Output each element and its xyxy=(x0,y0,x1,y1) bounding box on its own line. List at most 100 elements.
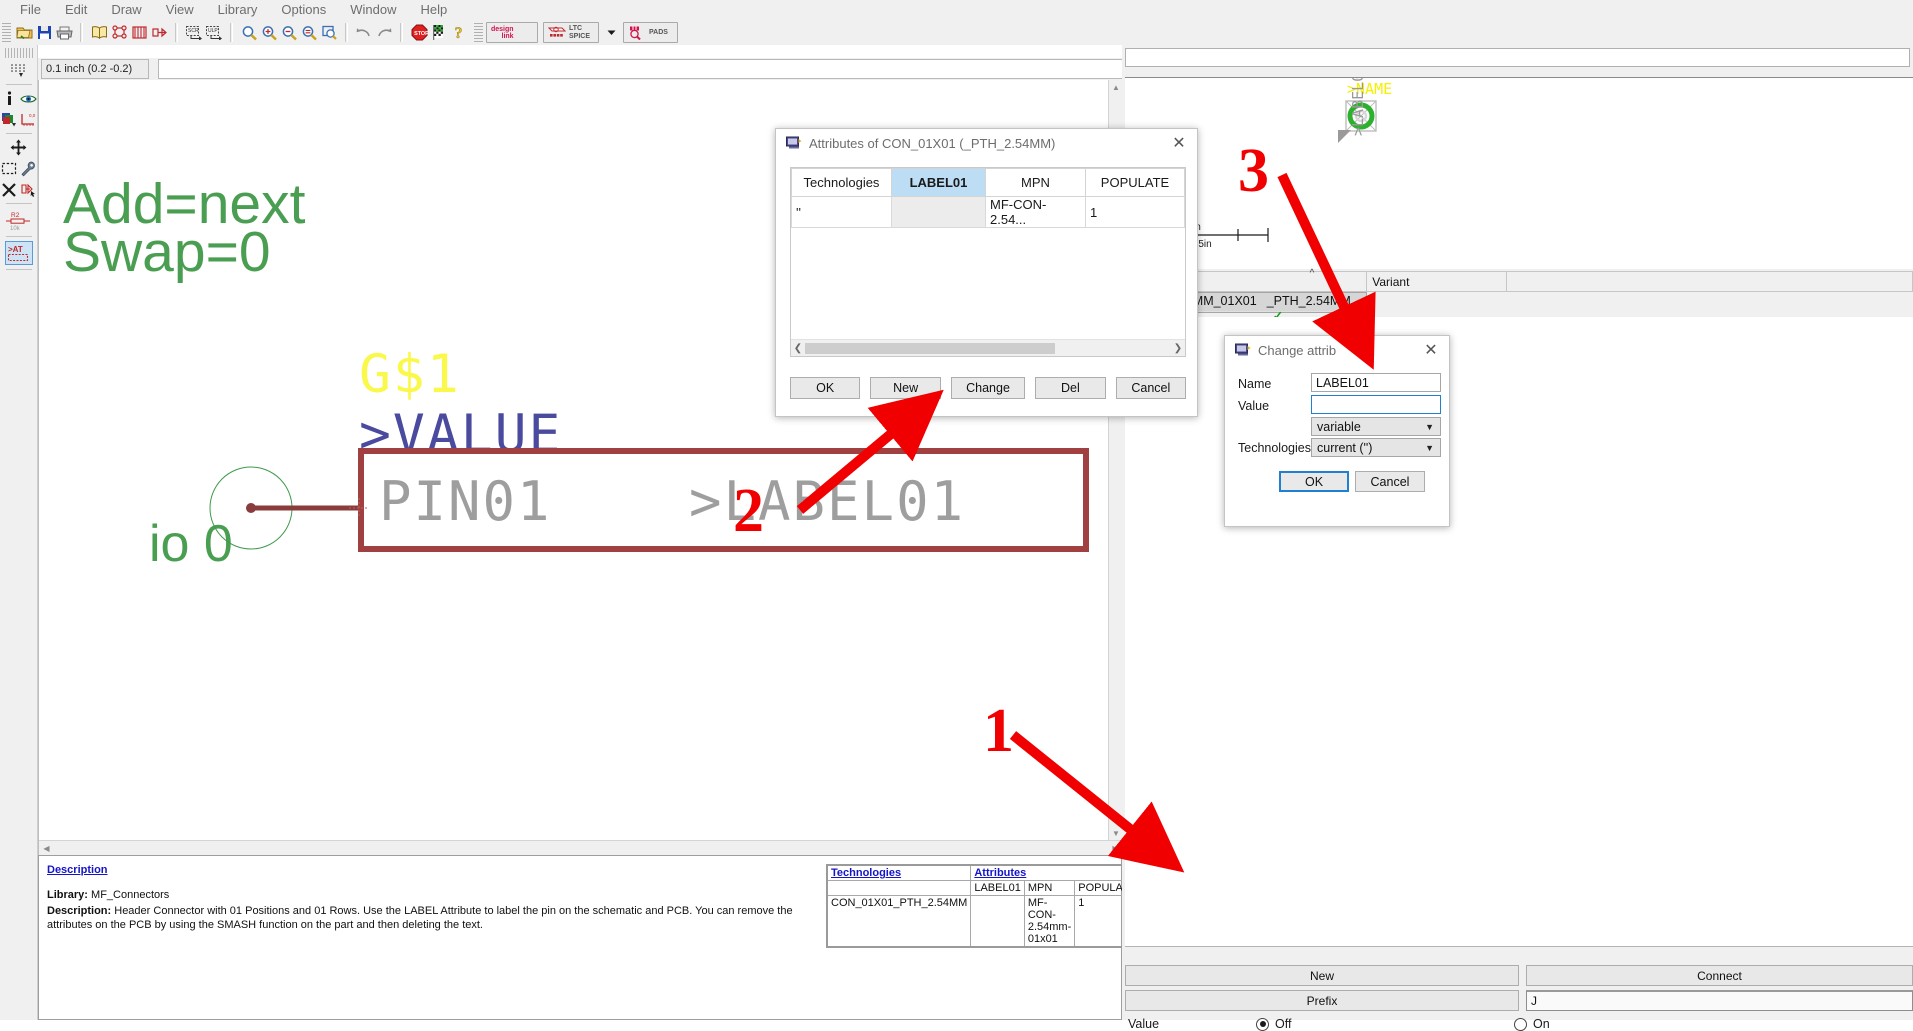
redo-icon[interactable] xyxy=(374,22,394,43)
zoom-in-icon[interactable] xyxy=(259,22,279,43)
change-attribute-button[interactable]: Change xyxy=(951,377,1025,399)
grid-scroll-thumb[interactable] xyxy=(805,343,1055,354)
grid-icon[interactable] xyxy=(10,62,27,79)
erc-icon[interactable] xyxy=(149,22,169,43)
group-icon[interactable] xyxy=(1,160,18,177)
open-icon[interactable] xyxy=(14,22,34,43)
value-on-radio[interactable]: On xyxy=(1514,1017,1550,1031)
run-flag-icon[interactable] xyxy=(429,22,449,43)
grid-cell-label01[interactable] xyxy=(892,197,986,228)
library-book-icon[interactable] xyxy=(89,22,109,43)
right-panel-button-row-1: New Connect xyxy=(1125,965,1913,986)
grid-scroll-right-icon[interactable]: ❯ xyxy=(1171,343,1185,354)
attribute-type-select[interactable]: variable ▼ xyxy=(1311,417,1441,436)
menu-item-help[interactable]: Help xyxy=(408,0,459,20)
scroll-down-icon[interactable]: ▼ xyxy=(1109,826,1123,840)
prefix-input[interactable]: J xyxy=(1526,990,1913,1011)
package-table[interactable]: Package ^ Variant PTH_2.54MM_01X01 _PTH_… xyxy=(1125,271,1913,313)
ltspice-label-2: SPICE xyxy=(569,33,590,41)
menu-item-window[interactable]: Window xyxy=(338,0,408,20)
zoom-select-icon[interactable] xyxy=(319,22,339,43)
cancel-button[interactable]: Cancel xyxy=(1116,377,1186,399)
connect-button[interactable]: Connect xyxy=(1526,965,1913,986)
description-heading[interactable]: Description xyxy=(47,864,108,876)
grid-col-label01[interactable]: LABEL01 xyxy=(892,169,986,197)
change-attribute-dialog[interactable]: Change attrib ✕ Name LABEL01 Value varia… xyxy=(1224,335,1450,527)
ltspice-button[interactable]: LTC SPICE xyxy=(543,22,599,43)
ltspice-dropdown-icon[interactable] xyxy=(604,22,618,43)
delete-icon[interactable] xyxy=(1,181,18,198)
scroll-right-icon[interactable]: ▶ xyxy=(1108,841,1123,856)
grid-cell-populate[interactable]: 1 xyxy=(1086,197,1185,228)
board-icon[interactable] xyxy=(129,22,149,43)
help-question-icon[interactable]: ? xyxy=(449,22,469,43)
left-toolbar-grip[interactable] xyxy=(5,48,33,58)
toolbar-grip[interactable] xyxy=(2,21,11,44)
attributes-grid-hscrollbar[interactable]: ❮ ❯ xyxy=(791,339,1185,356)
menu-item-library[interactable]: Library xyxy=(206,0,270,20)
grid-cell-mpn[interactable]: MF-CON-2.54... xyxy=(986,197,1086,228)
stop-icon[interactable]: STOP xyxy=(409,22,429,43)
attributes-grid-row[interactable]: '' MF-CON-2.54... 1 xyxy=(792,197,1185,228)
menu-item-view[interactable]: View xyxy=(154,0,206,20)
attributes-grid[interactable]: Technologies LABEL01 MPN POPULATE '' MF-… xyxy=(790,167,1186,357)
move-icon[interactable] xyxy=(10,139,27,156)
grid-col-populate[interactable]: POPULATE xyxy=(1086,169,1185,197)
grid-col-technologies[interactable]: Technologies xyxy=(792,169,892,197)
value-field[interactable] xyxy=(1311,395,1441,414)
close-icon[interactable]: ✕ xyxy=(1161,129,1197,157)
grid-cell-technologies[interactable]: '' xyxy=(792,197,892,228)
toolbar-grip-2[interactable] xyxy=(474,21,483,44)
ok-button[interactable]: OK xyxy=(790,377,860,399)
value-r2-icon[interactable]: R2 10k xyxy=(6,209,32,231)
grid-scroll-left-icon[interactable]: ❮ xyxy=(791,343,805,354)
technologies-select[interactable]: current ('') ▼ xyxy=(1311,438,1441,457)
undo-icon[interactable] xyxy=(354,22,374,43)
change-cancel-button[interactable]: Cancel xyxy=(1355,471,1425,492)
display-layers-icon[interactable] xyxy=(1,111,18,128)
new-attribute-button[interactable]: New xyxy=(870,377,940,399)
pin-name-text[interactable]: PIN01 xyxy=(379,475,552,529)
value-off-radio[interactable]: Off xyxy=(1256,1017,1514,1031)
package-col-extra[interactable] xyxy=(1507,272,1913,292)
print-icon[interactable] xyxy=(54,22,74,43)
new-button[interactable]: New xyxy=(1125,965,1519,986)
change-ok-button[interactable]: OK xyxy=(1279,471,1349,492)
package-col-variant[interactable]: Variant xyxy=(1367,272,1507,292)
show-eye-icon[interactable] xyxy=(20,90,37,107)
label-placeholder-text[interactable]: >LABEL01 xyxy=(689,475,965,529)
attr-group-attributes: Attributes xyxy=(971,865,1140,881)
canvas-horizontal-scrollbar[interactable]: ◀ ▶ xyxy=(39,840,1123,855)
menu-item-draw[interactable]: Draw xyxy=(99,0,153,20)
mark-icon[interactable]: 0,0 xyxy=(20,111,37,128)
app-icon xyxy=(786,136,802,150)
zoom-out-icon[interactable] xyxy=(279,22,299,43)
menu-item-file[interactable]: File xyxy=(8,0,53,20)
attribute-icon[interactable]: >AT xyxy=(6,242,32,264)
design-link-button[interactable]: design link xyxy=(486,22,538,43)
delete-attribute-button[interactable]: Del xyxy=(1035,377,1105,399)
attributes-dialog[interactable]: Attributes of CON_01X01 (_PTH_2.54MM) ✕ … xyxy=(775,128,1198,417)
menu-item-options[interactable]: Options xyxy=(269,0,338,20)
script-icon[interactable]: SCR xyxy=(184,22,204,43)
scroll-up-icon[interactable]: ▲ xyxy=(1109,80,1123,94)
pads-button[interactable]: PADS xyxy=(623,22,678,43)
value-radio-row: Value Off On xyxy=(1128,1017,1913,1031)
right-panel-top-field[interactable] xyxy=(1125,48,1910,67)
pinswap-icon[interactable] xyxy=(20,181,37,198)
info-icon[interactable] xyxy=(1,90,18,107)
scroll-left-icon[interactable]: ◀ xyxy=(39,841,54,856)
name-field[interactable]: LABEL01 xyxy=(1311,373,1441,392)
zoom-redraw-icon[interactable] xyxy=(299,22,319,43)
netlist-icon[interactable] xyxy=(109,22,129,43)
save-icon[interactable] xyxy=(34,22,54,43)
menu-item-edit[interactable]: Edit xyxy=(53,0,99,20)
prefix-button[interactable]: Prefix xyxy=(1125,990,1519,1011)
close-icon-2[interactable]: ✕ xyxy=(1413,336,1449,364)
change-wrench-icon[interactable] xyxy=(20,160,37,177)
change-attribute-titlebar[interactable]: Change attrib ✕ xyxy=(1225,336,1449,364)
zoom-fit-icon[interactable] xyxy=(239,22,259,43)
attributes-dialog-titlebar[interactable]: Attributes of CON_01X01 (_PTH_2.54MM) ✕ xyxy=(776,129,1197,157)
grid-col-mpn[interactable]: MPN xyxy=(986,169,1086,197)
ulp-icon[interactable]: ULP xyxy=(204,22,224,43)
